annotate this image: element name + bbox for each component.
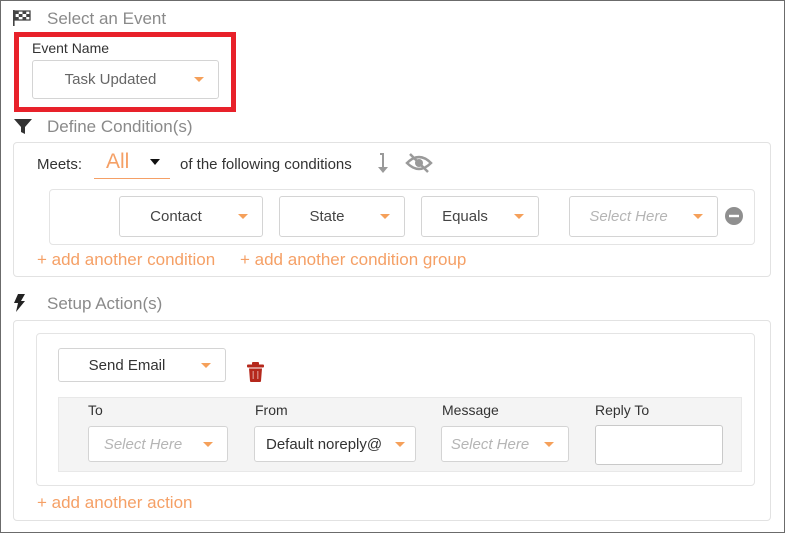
checkered-flag-icon bbox=[12, 9, 32, 27]
to-label: To bbox=[88, 402, 103, 418]
condition-field-select[interactable]: Contact bbox=[119, 196, 263, 237]
action-type-select[interactable]: Send Email bbox=[58, 348, 226, 382]
condition-value-placeholder: Select Here bbox=[589, 208, 668, 225]
condition-subfield-value: State bbox=[309, 208, 345, 225]
message-placeholder: Select Here bbox=[450, 435, 530, 453]
chevron-down-icon bbox=[693, 214, 703, 219]
condition-field-value: Contact bbox=[150, 208, 202, 225]
chevron-down-icon bbox=[194, 77, 204, 82]
meets-label: Meets: bbox=[37, 156, 83, 173]
following-conditions-text: of the following conditions bbox=[180, 156, 352, 173]
chevron-down-icon bbox=[395, 441, 405, 447]
add-action-link[interactable]: + add another action bbox=[37, 493, 192, 513]
eye-slash-icon[interactable] bbox=[405, 153, 433, 173]
condition-subfield-select[interactable]: State bbox=[279, 196, 405, 237]
trash-icon[interactable] bbox=[247, 362, 264, 382]
filter-icon bbox=[14, 119, 32, 135]
reply-to-label: Reply To bbox=[595, 402, 650, 418]
to-select[interactable]: Select Here bbox=[88, 426, 228, 462]
event-name-select[interactable]: Task Updated bbox=[32, 60, 219, 99]
message-select[interactable]: Select Here bbox=[441, 426, 569, 462]
from-value: Default noreply@ bbox=[266, 435, 383, 453]
add-condition-group-link[interactable]: + add another condition group bbox=[240, 250, 466, 270]
chevron-down-icon bbox=[544, 441, 554, 447]
event-name-value: Task Updated bbox=[64, 71, 157, 88]
reply-to-input[interactable] bbox=[595, 425, 723, 465]
event-name-label: Event Name bbox=[32, 40, 110, 56]
meets-select[interactable]: All bbox=[94, 148, 170, 179]
lightning-icon bbox=[14, 294, 26, 312]
meets-value: All bbox=[106, 150, 130, 173]
chevron-down-icon bbox=[201, 362, 211, 368]
action-type-value: Send Email bbox=[88, 356, 166, 374]
caret-down-icon bbox=[150, 159, 160, 165]
remove-condition-icon[interactable] bbox=[725, 207, 743, 225]
arrow-down-icon[interactable] bbox=[377, 152, 391, 174]
to-placeholder: Select Here bbox=[103, 435, 183, 453]
from-label: From bbox=[255, 402, 288, 418]
select-event-title: Select an Event bbox=[47, 9, 167, 28]
from-select[interactable]: Default noreply@ bbox=[254, 426, 416, 462]
condition-value-select[interactable]: Select Here bbox=[569, 196, 718, 237]
setup-actions-title: Setup Action(s) bbox=[47, 294, 163, 313]
chevron-down-icon bbox=[238, 214, 248, 219]
chevron-down-icon bbox=[514, 214, 524, 219]
add-condition-link[interactable]: + add another condition bbox=[37, 250, 215, 270]
message-label: Message bbox=[442, 402, 499, 418]
define-conditions-title: Define Condition(s) bbox=[47, 117, 193, 136]
chevron-down-icon bbox=[203, 441, 213, 447]
chevron-down-icon bbox=[380, 214, 390, 219]
condition-operator-select[interactable]: Equals bbox=[421, 196, 539, 237]
condition-operator-value: Equals bbox=[442, 208, 488, 225]
